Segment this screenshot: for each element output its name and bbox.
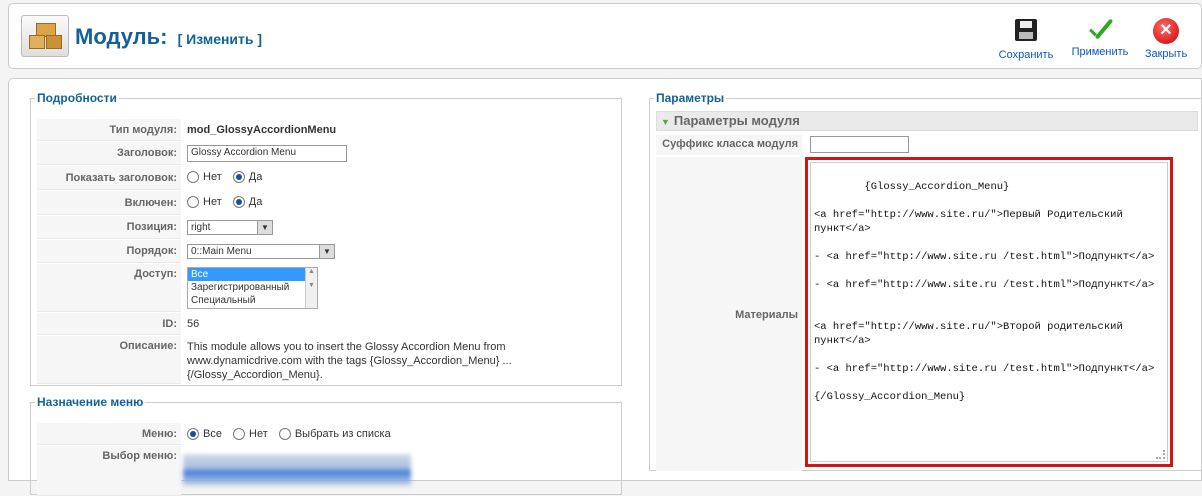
params-legend: Параметры (656, 91, 725, 105)
materials-label: Материалы (735, 309, 798, 321)
show-title-label: Показать заголовок: (37, 166, 181, 190)
order-select[interactable]: 0::Main Menu ▼ (187, 244, 335, 259)
menu-row: Меню: Все Нет Выбрать из списка (37, 423, 617, 445)
close-button-label: Закрыть (1144, 48, 1188, 60)
menu-assignment-legend: Назначение меню (37, 395, 144, 409)
menu-label: Меню: (37, 423, 181, 445)
show-title-no-label: Нет (203, 171, 222, 184)
details-fieldset: Подробности Тип модуля: mod_GlossyAccord… (30, 91, 622, 386)
show-title-no-radio[interactable] (187, 171, 199, 184)
page-title: Модуль: [ Изменить ] (75, 24, 262, 50)
module-type-row: Тип модуля: mod_GlossyAccordionMenu (37, 119, 617, 141)
menu-select-list-blurred[interactable] (183, 454, 411, 486)
show-title-options: Нет Да (187, 171, 270, 184)
show-title-yes-radio[interactable] (232, 171, 245, 184)
materials-highlight-frame: {Glossy_Accordion_Menu} <a href="http://… (805, 157, 1173, 467)
enabled-yes-radio[interactable] (232, 196, 245, 209)
enabled-options: Нет Да (187, 196, 270, 209)
close-button[interactable]: ✕ Закрыть (1141, 16, 1191, 60)
save-button[interactable]: Сохранить (995, 16, 1057, 61)
suffix-label: Суффикс класса модуля (656, 135, 802, 155)
checkmark-icon (1085, 16, 1115, 46)
params-fieldset: Параметры ▼ Параметры модуля Суффикс клас… (649, 91, 1202, 471)
position-label: Позиция: (37, 216, 181, 239)
details-legend: Подробности (37, 91, 117, 105)
show-title-yes-label: Да (248, 171, 263, 184)
enabled-row: Включен: Нет Да (37, 191, 617, 215)
module-type-value: mod_GlossyAccordionMenu (187, 124, 337, 136)
order-row: Порядок: 0::Main Menu ▼ (37, 240, 617, 263)
menu-select-row-label: Выбор меню: (37, 446, 181, 496)
page-title-action: [ Изменить ] (177, 31, 263, 47)
menu-assignment-fieldset: Назначение меню Меню: Все Нет Выбрать из… (30, 395, 622, 496)
title-row: Заголовок: Glossy Accordion Menu (37, 142, 617, 165)
access-label: Доступ: (37, 264, 181, 312)
chevron-down-icon: ▼ (319, 245, 334, 258)
access-option[interactable]: Специальный (188, 294, 317, 307)
triangle-down-icon: ▼ (661, 117, 670, 127)
module-type-label: Тип модуля: (37, 119, 181, 141)
id-row: ID: 56 (37, 313, 617, 335)
listbox-scrollbar[interactable]: ▲ ▼ (305, 268, 317, 308)
materials-textarea[interactable]: {Glossy_Accordion_Menu} <a href="http://… (810, 162, 1168, 462)
order-select-value: 0::Main Menu (191, 246, 252, 257)
position-select-value: right (191, 222, 211, 233)
close-icon: ✕ (1153, 18, 1179, 44)
page-title-text: Модуль: (75, 24, 168, 49)
enabled-label: Включен: (37, 191, 181, 215)
title-input[interactable]: Glossy Accordion Menu (187, 145, 347, 162)
floppy-disk-icon (1015, 19, 1037, 41)
params-header[interactable]: ▼ Параметры модуля (656, 111, 1198, 131)
enabled-no-radio[interactable] (187, 196, 199, 209)
materials-text: {Glossy_Accordion_Menu} <a href="http://… (814, 181, 1155, 403)
enabled-yes-label: Да (248, 196, 263, 209)
access-listbox[interactable]: Все Зарегистрированный Специальный ▲ ▼ (187, 267, 318, 309)
description-value: This module allows you to insert the Glo… (187, 341, 512, 381)
menu-none-label: Нет (249, 428, 268, 441)
menu-none-radio[interactable] (233, 428, 246, 441)
position-row: Позиция: right ▼ (37, 216, 617, 239)
menu-select-radio[interactable] (278, 428, 291, 441)
module-icon (21, 15, 69, 57)
access-row: Доступ: Все Зарегистрированный Специальн… (37, 264, 617, 312)
resize-grip-icon[interactable] (1156, 450, 1165, 459)
id-label: ID: (37, 313, 181, 335)
toolbar: Модуль: [ Изменить ] Сохранить Применить… (8, 3, 1202, 69)
menu-all-label: Все (203, 428, 222, 441)
enabled-no-label: Нет (203, 196, 222, 209)
apply-button-label: Применить (1071, 46, 1129, 58)
id-value: 56 (187, 318, 200, 330)
save-button-label: Сохранить (998, 49, 1054, 61)
order-label: Порядок: (37, 240, 181, 263)
menu-select-row: Выбор меню: (37, 446, 617, 496)
access-option[interactable]: Все (188, 268, 317, 281)
main-panel: Подробности Тип модуля: mod_GlossyAccord… (8, 78, 1202, 496)
position-select[interactable]: right ▼ (187, 220, 273, 235)
params-header-text: Параметры модуля (673, 113, 800, 128)
title-label: Заголовок: (37, 142, 181, 165)
apply-button[interactable]: Применить (1067, 16, 1133, 58)
suffix-input[interactable] (810, 136, 909, 153)
menu-all-radio[interactable] (187, 428, 199, 441)
description-label: Описание: (37, 336, 181, 384)
chevron-down-icon: ▼ (257, 221, 272, 234)
access-option[interactable]: Зарегистрированный (188, 281, 317, 294)
materials-label-cell: Материалы (656, 157, 802, 471)
description-row: Описание: This module allows you to inse… (37, 336, 617, 384)
menu-select-label: Выбрать из списка (294, 428, 391, 441)
show-title-row: Показать заголовок: Нет Да (37, 166, 617, 190)
menu-options: Все Нет Выбрать из списка (187, 428, 399, 441)
